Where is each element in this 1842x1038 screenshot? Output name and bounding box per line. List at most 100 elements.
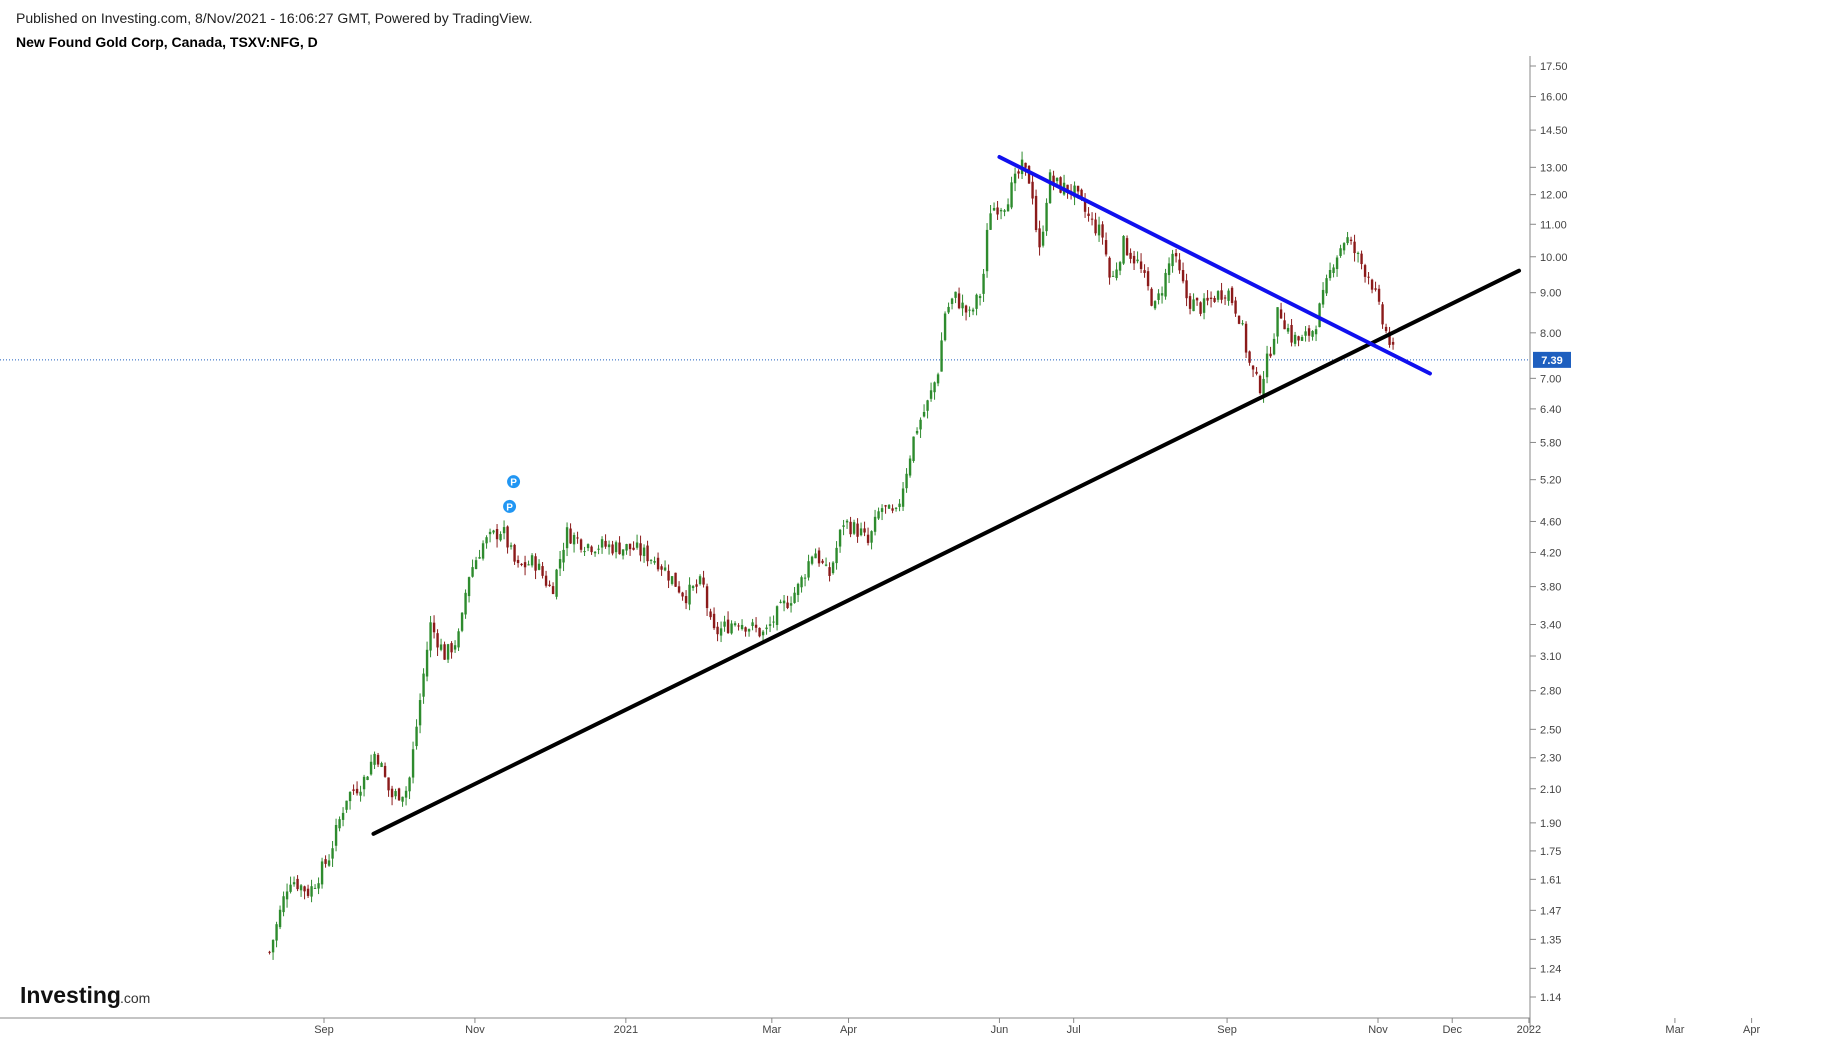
candle-body [474,560,478,570]
candle-body [814,553,817,559]
candle-body [271,939,275,953]
candle-body [719,628,723,636]
candle-body [481,543,485,559]
candle-body [922,411,926,417]
candle-body [1311,331,1314,337]
candle-body [761,631,765,636]
candle-body [754,624,758,628]
candle-body [425,649,429,677]
candle-body [464,592,467,615]
candle-body [373,753,376,765]
candle-body [964,305,968,313]
candle-body [268,951,271,953]
price-tick-label: 9.00 [1540,288,1561,300]
candle-body [765,627,768,630]
candle-body [793,592,796,603]
candle-body [887,505,891,509]
candle-body [600,539,604,548]
candle-body [845,520,849,523]
candle-body [604,540,607,547]
candle-body [1013,173,1017,184]
candle-body [982,273,985,294]
price-chart[interactable]: 17.50 16.00 14.50 13.00 12.00 11.00 10.00 9.00 8… [0,0,1842,1038]
candle-body [1318,303,1321,328]
candle-body [1293,334,1297,344]
candle-body [1167,263,1171,276]
candle-body [1178,259,1181,271]
candle-body [1223,297,1227,299]
candle-body [453,645,457,650]
candle-body [520,563,523,566]
candle-body [355,788,359,794]
candle-body [670,576,674,584]
candle-body [908,458,912,476]
candle-body [744,627,747,632]
candle-body [1279,309,1283,319]
candle-body [1297,336,1300,341]
candle-body [317,883,320,889]
candle-body [278,909,282,928]
candle-body [310,886,313,897]
candle-body [649,559,653,561]
candle-body [362,776,366,790]
candle-body [432,622,436,633]
candle-body [471,567,474,577]
candle-body [768,624,772,626]
time-tick-label: Mar [1665,1024,1684,1036]
price-tick-label: 13.00 [1540,162,1568,174]
candle-body [1160,293,1164,296]
candle-body [551,586,555,595]
candle-body [1076,185,1080,192]
price-axis[interactable]: 17.50 16.00 14.50 13.00 12.00 11.00 10.00 9.00 8… [1529,56,1571,1030]
candle-body [943,313,947,341]
candle-body [807,561,810,578]
candle-body [327,860,331,866]
candle-body [1251,365,1255,370]
candle-body [523,562,527,568]
candle-body [1384,326,1388,332]
candle-body [926,400,929,411]
candle-body [870,531,873,543]
candle-body [359,791,362,796]
price-tick-label: 1.61 [1540,874,1561,886]
candle-body [439,644,443,650]
candle-body [1307,328,1311,336]
candle-body [499,534,502,541]
candle-body [751,622,754,627]
logo-text: Investing [20,982,121,1008]
price-tick-label: 5.20 [1540,475,1561,487]
candle-body [933,382,936,393]
candle-body [674,572,677,587]
candle-body [726,619,730,633]
support-trendline[interactable] [371,268,1522,836]
candle-body [1346,237,1349,244]
candle-body [961,302,964,309]
candle-body [758,627,761,637]
candle-body [555,569,558,597]
candle-body [1255,371,1258,374]
candle-body [1374,288,1377,290]
candle-body [1150,288,1153,306]
price-tick-label: 5.80 [1540,437,1561,449]
time-tick-label: Mar [762,1024,781,1036]
candle-body [1234,300,1237,314]
candle-body [1258,375,1262,394]
candle-body [695,584,698,587]
candle-body [467,577,471,597]
candle-body [1129,252,1132,259]
candle-body [786,602,789,608]
candle-body [460,612,464,631]
candle-body [565,527,569,549]
candle-body [275,924,278,941]
candle-body [530,555,534,566]
candle-body [1202,298,1206,313]
candle-body [1090,218,1094,220]
candle-body [863,528,866,533]
candle-body [884,505,887,507]
investing-logo: Investing .com [20,982,150,1008]
price-tick-label: 4.20 [1540,547,1561,559]
candle-body [940,340,943,372]
price-tick-label: 1.14 [1540,992,1561,1004]
time-axis[interactable]: Sep Nov 2021 Mar Apr Jun Jul Sep Nov Dec 2022 Mar Ap… [0,1017,1760,1036]
candle-body [1325,278,1328,294]
